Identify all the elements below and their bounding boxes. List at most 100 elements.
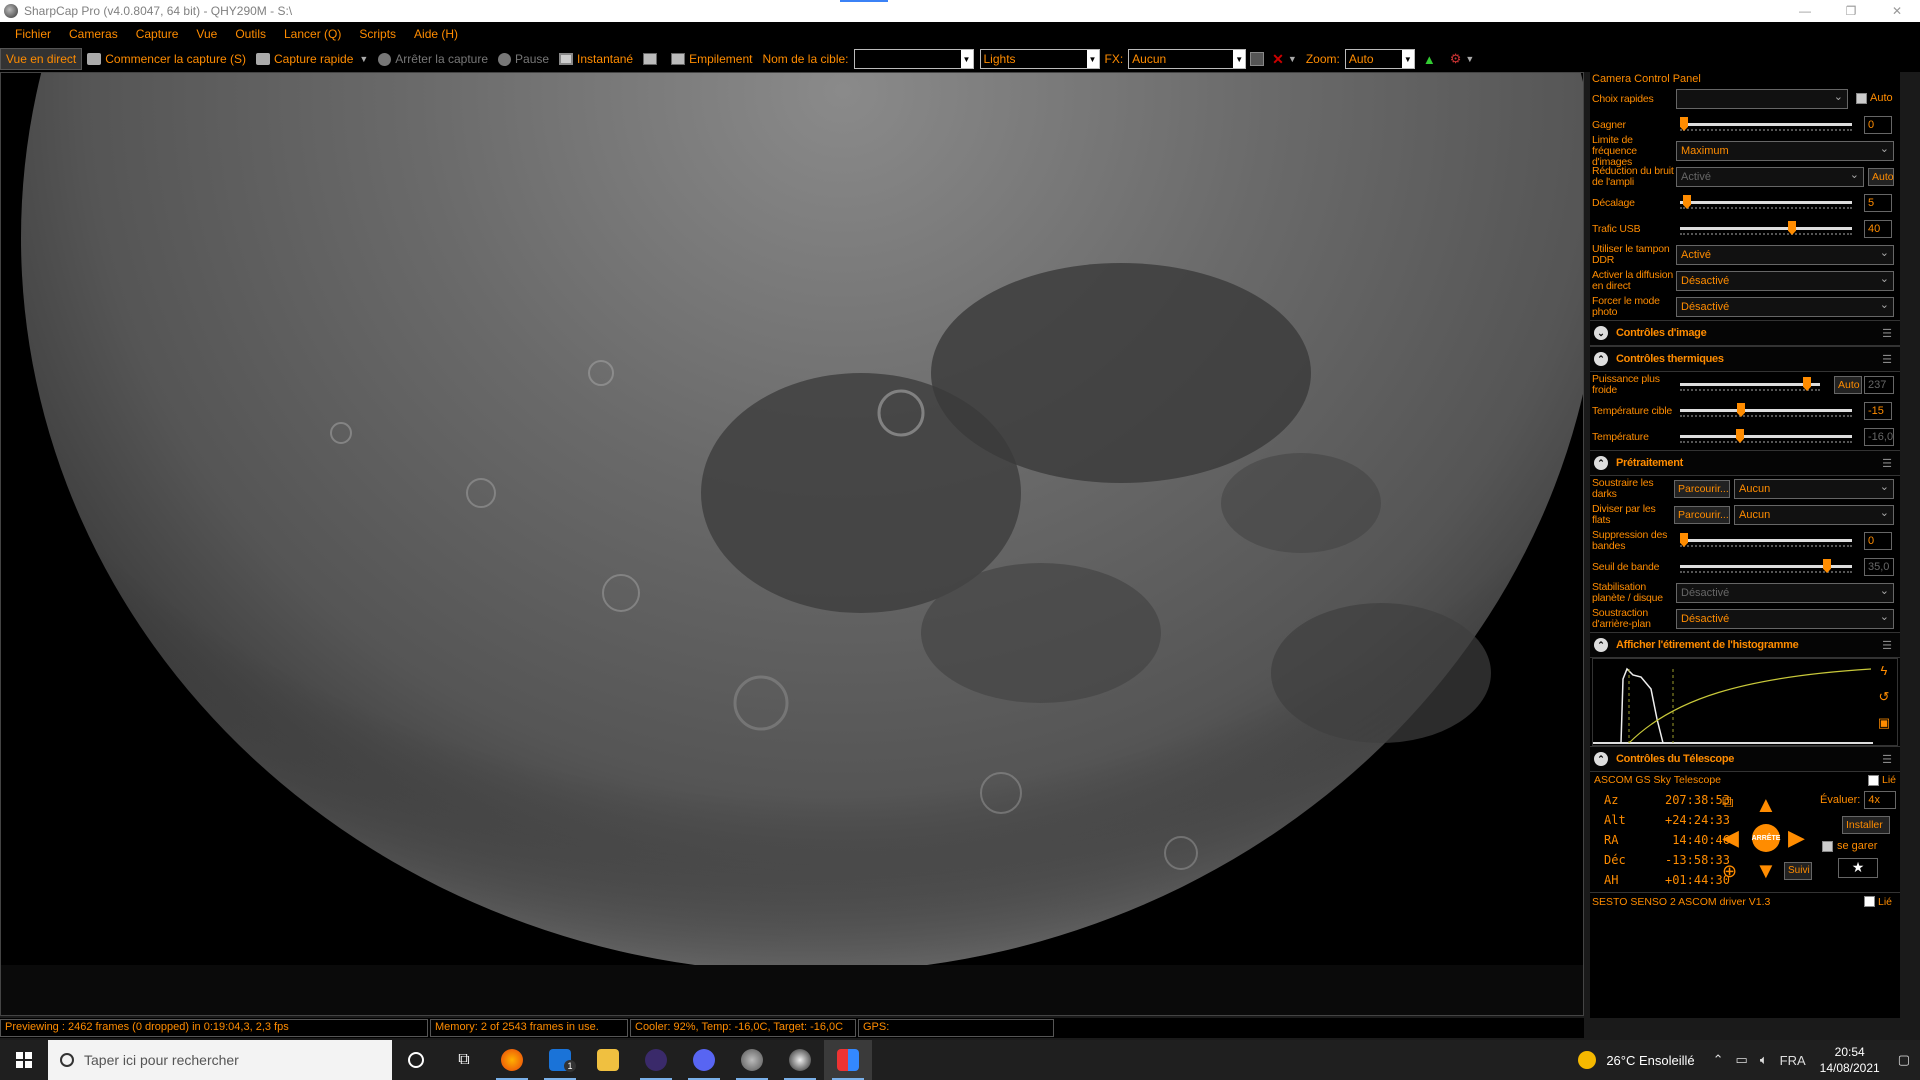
- target-temp-value[interactable]: -15: [1864, 402, 1892, 420]
- quick-capture-button[interactable]: Capture rapide ▼: [251, 48, 373, 70]
- flats-browse-button[interactable]: Parcourir...: [1674, 506, 1730, 524]
- chevron-down-icon[interactable]: ▼: [1233, 50, 1246, 68]
- offset-slider[interactable]: [1680, 193, 1858, 213]
- stream-dropdown[interactable]: Désactivé: [1676, 271, 1894, 291]
- dropdown-arrow-icon[interactable]: ▼: [359, 54, 368, 64]
- snapshot-button[interactable]: Instantané: [554, 48, 638, 70]
- weather-sun-icon[interactable]: [1578, 1051, 1597, 1069]
- hamburger-menu-icon[interactable]: ☰: [1882, 457, 1892, 470]
- chevron-up-icon[interactable]: ⌃: [1594, 456, 1608, 470]
- chevron-down-icon[interactable]: ▼: [1086, 50, 1099, 68]
- maximize-button[interactable]: ❐: [1828, 0, 1874, 22]
- cooler-auto-button[interactable]: Auto: [1834, 376, 1862, 394]
- chevron-up-icon[interactable]: ⌃: [1594, 752, 1608, 766]
- ddr-dropdown[interactable]: Activé: [1676, 245, 1894, 265]
- reticle-icon[interactable]: ✕: [1272, 51, 1284, 68]
- slider-track[interactable]: [1680, 123, 1852, 126]
- settings-gear-icon[interactable]: ⚙: [1450, 51, 1462, 67]
- hamburger-menu-icon[interactable]: ☰: [1882, 753, 1892, 766]
- taskbar-search[interactable]: Taper ici pour rechercher: [48, 1040, 392, 1080]
- track-button[interactable]: Suivi: [1784, 862, 1812, 880]
- lightning-icon[interactable]: ϟ: [1875, 663, 1893, 681]
- select-area-icon[interactable]: [1250, 52, 1265, 66]
- slider-track[interactable]: [1680, 539, 1852, 542]
- stacking-button[interactable]: Empilement: [666, 48, 757, 70]
- zoom-combo[interactable]: Auto ▼: [1344, 49, 1415, 69]
- banding-value[interactable]: 0: [1864, 532, 1892, 550]
- section-image-controls[interactable]: ⌄ Contrôles d'image ☰: [1590, 320, 1900, 346]
- target-name-combo[interactable]: ▼: [853, 49, 974, 69]
- target-temp-slider[interactable]: [1680, 401, 1858, 421]
- cortana-button[interactable]: [392, 1040, 440, 1080]
- stabilization-dropdown[interactable]: Désactivé: [1676, 583, 1894, 603]
- darks-dropdown[interactable]: Aucun: [1734, 479, 1894, 499]
- pause-button[interactable]: Pause: [493, 48, 554, 70]
- quick-choices-dropdown[interactable]: [1676, 89, 1848, 109]
- section-telescope[interactable]: ⌃ Contrôles du Télescope ☰: [1590, 746, 1900, 772]
- sync-icon[interactable]: ⧉: [1722, 792, 1733, 814]
- section-preprocessing[interactable]: ⌃ Prétraitement ☰: [1590, 450, 1900, 476]
- live-view-button[interactable]: Vue en direct: [0, 48, 83, 70]
- gain-value[interactable]: 0: [1864, 116, 1892, 134]
- tools-icon-button[interactable]: [638, 48, 666, 70]
- flats-dropdown[interactable]: Aucun: [1734, 505, 1894, 525]
- section-thermal-controls[interactable]: ⌃ Contrôles thermiques ☰: [1590, 346, 1900, 372]
- slider-track[interactable]: [1680, 201, 1852, 204]
- band-threshold-slider[interactable]: [1680, 557, 1858, 577]
- taskbar-firefox[interactable]: [488, 1040, 536, 1080]
- section-histogram[interactable]: ⌃ Afficher l'étirement de l'histogramme …: [1590, 632, 1900, 658]
- menu-scripts[interactable]: Scripts: [350, 27, 405, 41]
- frame-type-combo[interactable]: Lights ▼: [979, 49, 1100, 69]
- menu-aide[interactable]: Aide (H): [405, 27, 467, 41]
- taskbar-mail[interactable]: 1: [536, 1040, 584, 1080]
- volume-icon[interactable]: 🔈︎: [1760, 1052, 1768, 1068]
- offset-value[interactable]: 5: [1864, 194, 1892, 212]
- chevron-up-icon[interactable]: ⌃: [1594, 638, 1608, 652]
- task-view-button[interactable]: ⧉: [440, 1040, 488, 1080]
- menu-vue[interactable]: Vue: [187, 27, 226, 41]
- chevron-up-icon[interactable]: ⌃: [1594, 352, 1608, 366]
- dropdown-arrow-icon[interactable]: ▼: [1465, 54, 1474, 64]
- language-indicator[interactable]: FRA: [1780, 1053, 1806, 1068]
- hamburger-menu-icon[interactable]: ☰: [1882, 353, 1892, 366]
- install-button[interactable]: Installer: [1842, 816, 1890, 834]
- star-icon[interactable]: ★: [1838, 858, 1878, 878]
- taskbar-app-moon[interactable]: [776, 1040, 824, 1080]
- minimize-button[interactable]: —: [1782, 0, 1828, 22]
- park-checkbox[interactable]: [1822, 840, 1833, 852]
- taskbar-discord[interactable]: [680, 1040, 728, 1080]
- start-capture-button[interactable]: Commencer la capture (S): [82, 48, 251, 70]
- framerate-dropdown[interactable]: Maximum: [1676, 141, 1894, 161]
- rate-dropdown[interactable]: 4x: [1864, 791, 1896, 809]
- menu-capture[interactable]: Capture: [127, 27, 188, 41]
- chevron-down-icon[interactable]: ⌄: [1594, 326, 1608, 340]
- cooler-power-slider[interactable]: [1680, 375, 1826, 395]
- slider-track[interactable]: [1680, 227, 1852, 230]
- stop-slew-button[interactable]: ARRÊTE: [1752, 824, 1780, 852]
- live-preview-viewport[interactable]: [0, 72, 1584, 1016]
- arrow-down-icon[interactable]: ▼: [1755, 860, 1777, 882]
- menu-fichier[interactable]: Fichier: [6, 27, 60, 41]
- clock[interactable]: 20:54 14/08/2021: [1820, 1044, 1880, 1076]
- focuser-linked-checkbox[interactable]: [1864, 896, 1876, 908]
- auto-checkbox[interactable]: [1856, 93, 1867, 104]
- histogram-area[interactable]: ϟ ↺ ▣: [1592, 658, 1898, 746]
- telescope-linked[interactable]: Lié: [1868, 774, 1896, 786]
- arrow-up-icon[interactable]: ▲: [1755, 794, 1777, 816]
- close-button[interactable]: ✕: [1874, 0, 1920, 22]
- linked-checkbox[interactable]: [1868, 774, 1880, 786]
- banding-slider[interactable]: [1680, 531, 1858, 551]
- taskbar-explorer[interactable]: [584, 1040, 632, 1080]
- slider-track[interactable]: [1680, 435, 1852, 438]
- network-icon[interactable]: ▭: [1736, 1052, 1748, 1068]
- park-option[interactable]: se garer: [1820, 840, 1896, 852]
- menu-outils[interactable]: Outils: [226, 27, 275, 41]
- photo-dropdown[interactable]: Désactivé: [1676, 297, 1894, 317]
- background-dropdown[interactable]: Désactivé: [1676, 609, 1894, 629]
- slider-track[interactable]: [1680, 409, 1852, 412]
- taskbar-app-planet[interactable]: [728, 1040, 776, 1080]
- arrow-left-icon[interactable]: ◀: [1722, 827, 1739, 849]
- hamburger-menu-icon[interactable]: ☰: [1882, 639, 1892, 652]
- usb-value[interactable]: 40: [1864, 220, 1892, 238]
- arrow-right-icon[interactable]: ▶: [1788, 827, 1805, 849]
